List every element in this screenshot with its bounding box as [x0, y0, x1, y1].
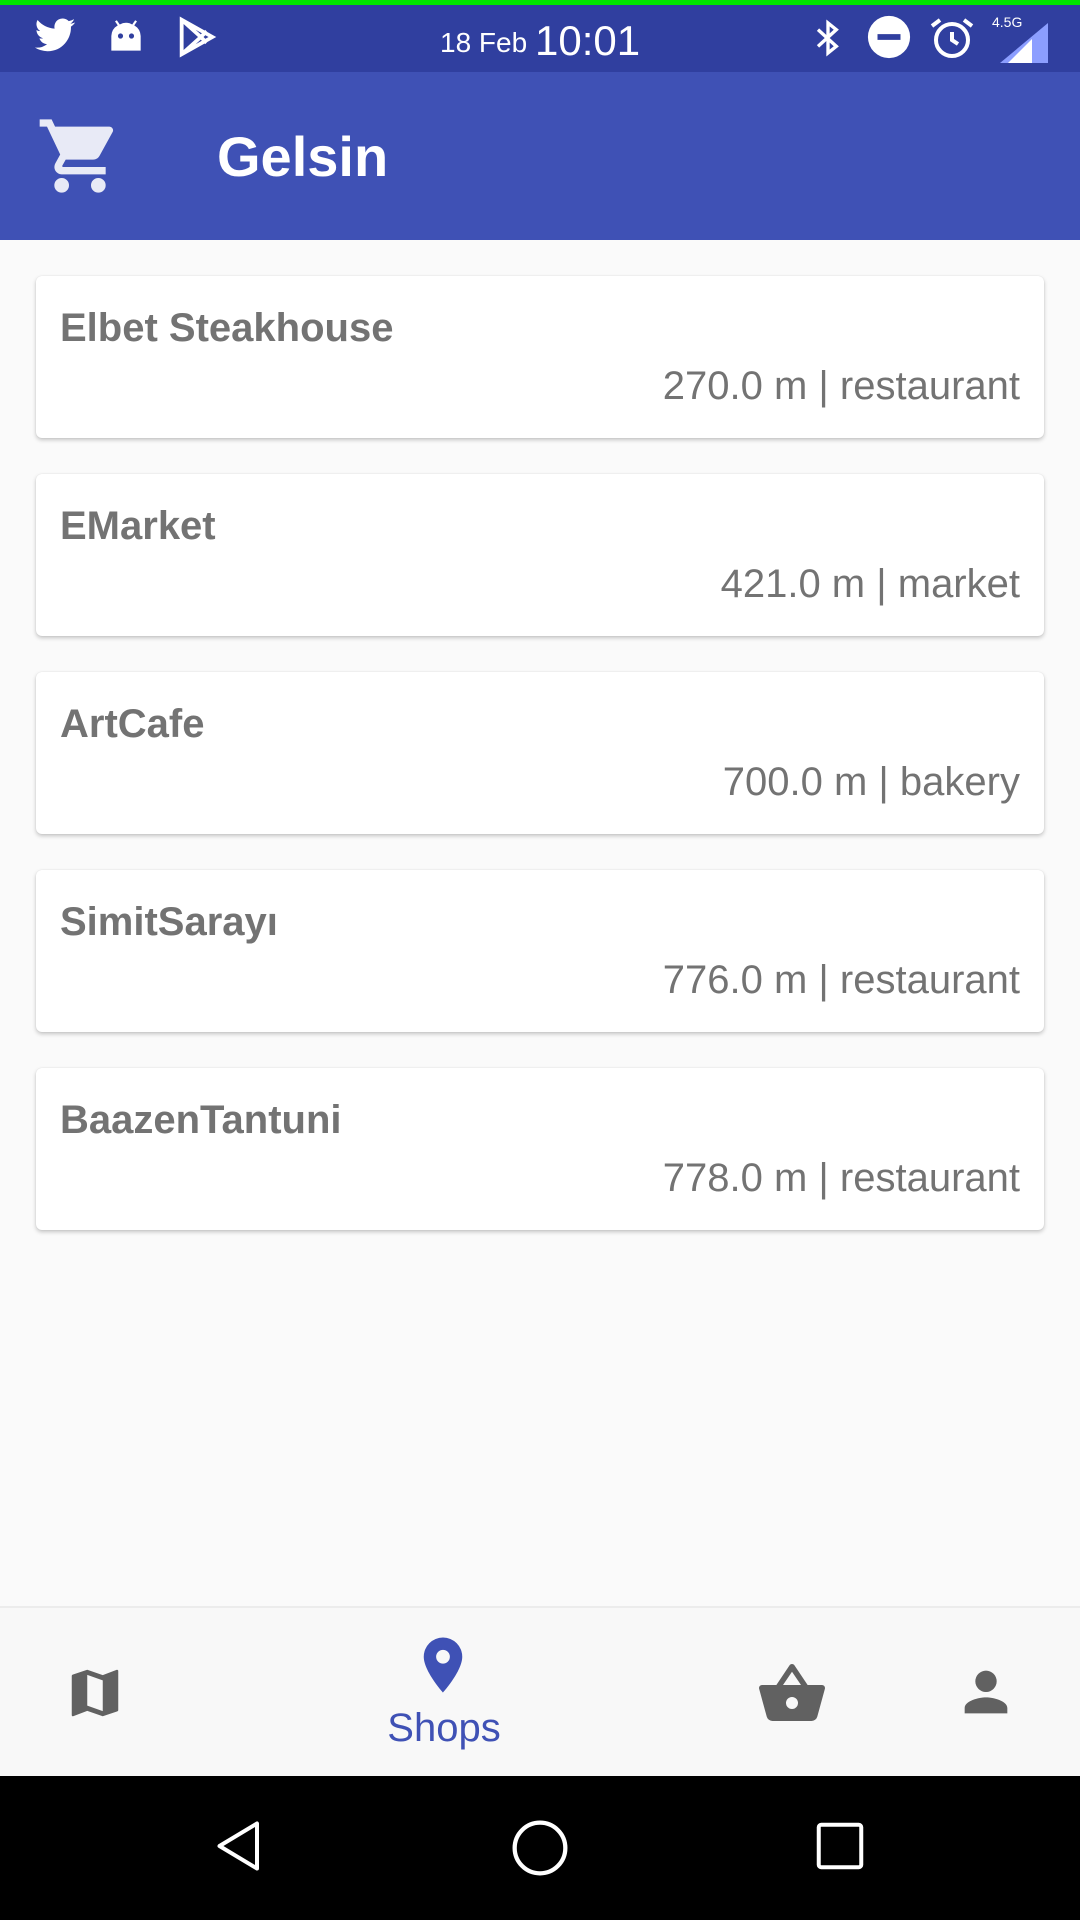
nav-basket[interactable] — [720, 1608, 870, 1776]
bluetooth-icon — [808, 14, 848, 67]
shop-name: ArtCafe — [60, 702, 205, 746]
app-title: Gelsin — [217, 125, 389, 188]
status-date: 18 Feb — [440, 27, 528, 58]
location-pin-icon — [410, 1632, 476, 1703]
shop-name: EMarket — [60, 504, 216, 548]
nav-profile[interactable] — [900, 1608, 1080, 1776]
shop-distance-category: 776.0 m | restaurant — [662, 958, 1020, 1002]
android-icon — [104, 14, 148, 63]
map-icon — [64, 1662, 126, 1729]
shop-distance-category: 270.0 m | restaurant — [662, 364, 1020, 408]
screen: 18 Feb 10:01 4.5G Gelsin Elbet Steakhous… — [0, 0, 1080, 1920]
status-bar: 18 Feb 10:01 4.5G — [0, 0, 1080, 72]
home-icon[interactable] — [508, 1816, 572, 1885]
cart-icon — [36, 112, 124, 205]
shop-distance-category: 700.0 m | bakery — [722, 760, 1020, 804]
shop-name: Elbet Steakhouse — [60, 306, 394, 350]
basket-icon — [756, 1658, 828, 1735]
shop-name: BaazenTantuni — [60, 1098, 342, 1142]
shop-card[interactable]: SimitSarayı 776.0 m | restaurant — [36, 870, 1044, 1032]
shop-card[interactable]: ArtCafe 700.0 m | bakery — [36, 672, 1044, 834]
shop-name: SimitSarayı — [60, 900, 278, 944]
play-store-icon — [174, 14, 220, 65]
bottom-navigation: Shops — [0, 1606, 1080, 1776]
shop-card[interactable]: Elbet Steakhouse 270.0 m | restaurant — [36, 276, 1044, 438]
nav-shops-label: Shops — [387, 1706, 501, 1750]
back-icon[interactable] — [212, 1816, 272, 1881]
shop-card[interactable]: BaazenTantuni 778.0 m | restaurant — [36, 1068, 1044, 1230]
do-not-disturb-icon — [866, 14, 912, 65]
alarm-icon — [928, 14, 976, 67]
nav-shops[interactable]: Shops — [338, 1608, 550, 1776]
system-navigation-bar — [0, 1776, 1080, 1920]
signal-icon — [1000, 23, 1048, 68]
app-bar: Gelsin — [0, 72, 1080, 240]
status-time: 10:01 — [535, 17, 641, 64]
nav-map[interactable] — [0, 1608, 190, 1776]
person-icon — [954, 1660, 1018, 1729]
shop-distance-category: 778.0 m | restaurant — [662, 1156, 1020, 1200]
recents-icon[interactable] — [810, 1816, 870, 1881]
shop-distance-category: 421.0 m | market — [720, 562, 1020, 606]
twitter-icon — [30, 14, 80, 63]
shop-card[interactable]: EMarket 421.0 m | market — [36, 474, 1044, 636]
